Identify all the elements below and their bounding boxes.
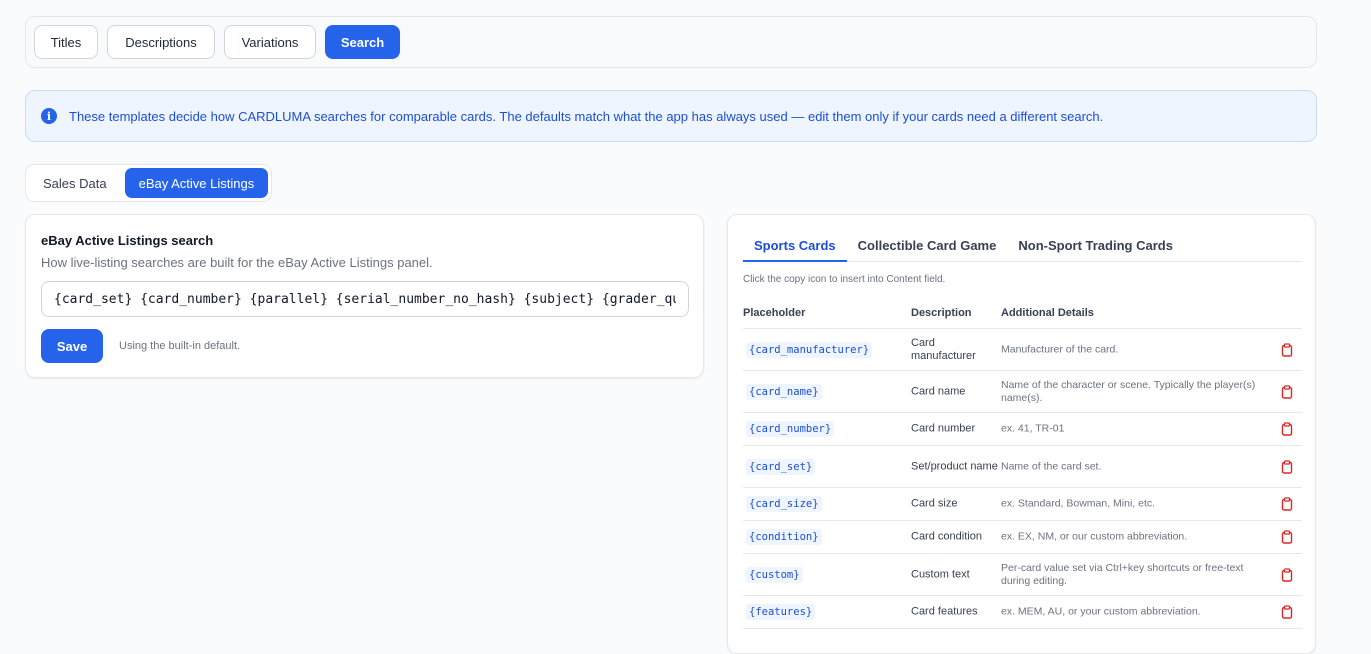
table-row: {card_number} Card number ex. 41, TR-01 — [743, 413, 1302, 446]
column-additional-details: Additional Details — [1001, 307, 1094, 319]
placeholder-details: ex. EX, NM, or our custom abbreviation. — [1001, 530, 1188, 543]
placeholder-code: {card_name} — [746, 383, 822, 400]
placeholder-table-header: Placeholder Description Additional Detai… — [743, 301, 1302, 329]
placeholders-panel: Sports Cards Collectible Card Game Non-S… — [727, 214, 1316, 654]
table-row: {features} Card features ex. MEM, AU, or… — [743, 596, 1302, 629]
table-row: {card_manufacturer} Card manufacturer Ma… — [743, 329, 1302, 371]
placeholder-code: {features} — [746, 604, 816, 620]
clipboard-icon[interactable] — [1280, 605, 1294, 619]
tab-variations[interactable]: Variations — [224, 25, 316, 59]
search-template-input[interactable] — [41, 281, 689, 317]
clipboard-icon[interactable] — [1280, 530, 1294, 544]
tab-titles[interactable]: Titles — [34, 25, 98, 59]
placeholder-details: Manufacturer of the card. — [1001, 343, 1119, 355]
column-description: Description — [911, 307, 972, 319]
clipboard-icon[interactable] — [1280, 567, 1294, 582]
placeholder-details: Per-card value set via Ctrl+key shortcut… — [1001, 561, 1244, 587]
save-button[interactable]: Save — [41, 329, 103, 363]
default-status-note: Using the built-in default. — [119, 340, 241, 352]
placeholder-details: Name of the character or scene. Typicall… — [1001, 378, 1256, 404]
card-title: eBay Active Listings search — [41, 233, 214, 248]
search-source-tabs: Sales Data eBay Active Listings — [25, 164, 273, 202]
placeholder-details: ex. MEM, AU, or your custom abbreviation… — [1001, 605, 1201, 618]
copy-hint: Click the copy icon to insert into Conte… — [743, 274, 946, 285]
tab-sports-cards[interactable]: Sports Cards — [743, 233, 847, 262]
table-row: {condition} Card condition ex. EX, NM, o… — [743, 521, 1302, 554]
placeholder-description: Custom text — [911, 568, 970, 580]
placeholder-category-tabs: Sports Cards Collectible Card Game Non-S… — [743, 233, 1302, 262]
placeholder-details: Name of the card set. — [1001, 460, 1102, 472]
tab-non-sport-trading-cards[interactable]: Non-Sport Trading Cards — [1007, 233, 1184, 262]
placeholder-description: Card number — [911, 422, 976, 435]
placeholder-code: {card_manufacturer} — [746, 341, 873, 358]
clipboard-icon[interactable] — [1280, 497, 1294, 511]
table-row: {custom} Custom text Per-card value set … — [743, 554, 1302, 596]
placeholder-code: {card_number} — [746, 421, 835, 437]
clipboard-icon[interactable] — [1280, 422, 1294, 436]
clipboard-icon[interactable] — [1280, 459, 1294, 474]
placeholder-description: Card condition — [911, 530, 982, 543]
card-subtitle: How live-listing searches are built for … — [41, 255, 433, 270]
placeholder-code: {custom} — [746, 566, 803, 583]
template-type-tabs: Titles Descriptions Variations Search — [25, 16, 1317, 68]
tab-search[interactable]: Search — [325, 25, 400, 59]
clipboard-icon[interactable] — [1280, 342, 1294, 357]
clipboard-icon[interactable] — [1280, 384, 1294, 399]
placeholder-details: ex. Standard, Bowman, Mini, etc. — [1001, 497, 1156, 510]
info-banner-text: These templates decide how CARDLUMA sear… — [69, 108, 1104, 124]
tab-collectible-card-game[interactable]: Collectible Card Game — [847, 233, 1008, 262]
placeholder-code: {condition} — [746, 529, 822, 545]
info-icon: i — [41, 108, 57, 124]
info-banner: i These templates decide how CARDLUMA se… — [25, 90, 1317, 142]
table-row: {card_size} Card size ex. Standard, Bowm… — [743, 488, 1302, 521]
placeholder-description: Card features — [911, 605, 978, 618]
tab-ebay-active-listings[interactable]: eBay Active Listings — [124, 168, 269, 198]
placeholder-table-body: {card_manufacturer} Card manufacturer Ma… — [743, 329, 1302, 629]
tab-sales-data[interactable]: Sales Data — [29, 168, 121, 198]
column-placeholder: Placeholder — [743, 307, 806, 319]
placeholder-code: {card_set} — [746, 458, 816, 475]
search-template-card: eBay Active Listings search How live-lis… — [25, 214, 704, 378]
placeholder-code: {card_size} — [746, 496, 822, 512]
placeholder-description: Card size — [911, 497, 958, 510]
placeholder-details: ex. 41, TR-01 — [1001, 422, 1065, 435]
tab-descriptions[interactable]: Descriptions — [107, 25, 215, 59]
table-row: {card_set} Set/product name Name of the … — [743, 446, 1302, 488]
placeholder-description: Set/product name — [911, 460, 998, 472]
placeholder-description: Card name — [911, 385, 966, 397]
table-row: {card_name} Card name Name of the charac… — [743, 371, 1302, 413]
placeholder-description: Card manufacturer — [911, 336, 976, 362]
